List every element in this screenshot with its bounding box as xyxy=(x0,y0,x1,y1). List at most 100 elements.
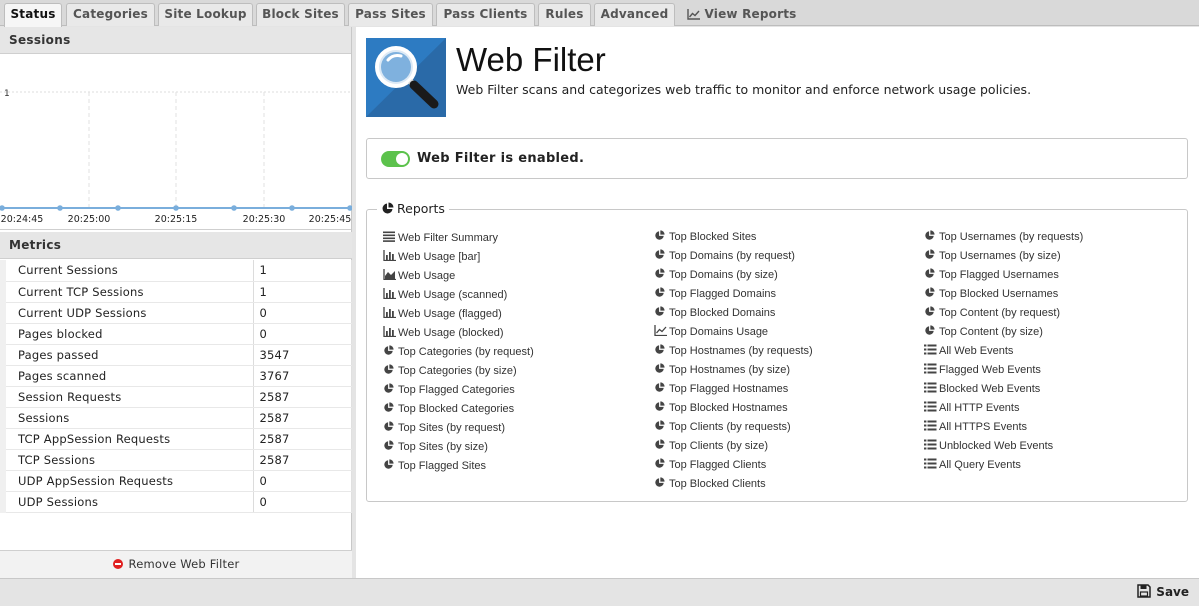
report-link[interactable]: Top Usernames (by size) xyxy=(924,247,1083,266)
report-link[interactable]: Top Hostnames (by requests) xyxy=(654,342,813,361)
report-link[interactable]: Top Blocked Categories xyxy=(383,400,534,419)
report-link[interactable]: Top Blocked Usernames xyxy=(924,285,1083,304)
pie-chart-icon xyxy=(383,420,396,431)
report-link[interactable]: Web Filter Summary xyxy=(383,229,534,248)
metric-name: Sessions xyxy=(0,407,254,429)
tab-pass-clients[interactable]: Pass Clients xyxy=(436,3,535,26)
tab-view-reports[interactable]: View Reports xyxy=(684,3,800,26)
report-link[interactable]: Top Categories (by request) xyxy=(383,343,534,362)
metric-value: 0 xyxy=(253,470,352,492)
report-link[interactable]: Blocked Web Events xyxy=(924,380,1083,399)
pie-chart-icon xyxy=(383,401,396,412)
x-tick-label: 20:24:45 xyxy=(1,214,44,225)
tab-label: Rules xyxy=(545,7,584,21)
pie-chart-icon xyxy=(924,229,937,240)
report-link[interactable]: Unblocked Web Events xyxy=(924,437,1083,456)
report-link[interactable]: Top Clients (by size) xyxy=(654,437,813,456)
tab-label: Site Lookup xyxy=(164,7,247,21)
tab-rules[interactable]: Rules xyxy=(538,3,591,26)
left-panel: Sessions 1 20:24:45 20:25:00 20:25:15 20:25:… xyxy=(0,27,352,578)
report-link[interactable]: Top Flagged Hostnames xyxy=(654,380,813,399)
metric-value: 2587 xyxy=(253,407,352,429)
report-link[interactable]: Top Flagged Domains xyxy=(654,285,813,304)
report-link[interactable]: Flagged Web Events xyxy=(924,361,1083,380)
tab-categories[interactable]: Categories xyxy=(66,3,155,26)
report-link[interactable]: All Query Events xyxy=(924,456,1083,475)
report-label: Top Domains (by request) xyxy=(669,250,795,262)
report-link[interactable]: Top Domains (by size) xyxy=(654,266,813,285)
report-link[interactable]: Web Usage [bar] xyxy=(383,248,534,267)
report-label: Top Flagged Hostnames xyxy=(669,383,789,395)
report-link[interactable]: Top Usernames (by requests) xyxy=(924,228,1083,247)
report-label: Blocked Web Events xyxy=(939,383,1041,395)
app-description: Web Filter scans and categorizes web tra… xyxy=(456,82,1032,97)
report-link[interactable]: Top Sites (by request) xyxy=(383,419,534,438)
enable-toggle[interactable] xyxy=(381,151,410,167)
report-label: Web Usage (blocked) xyxy=(398,327,504,339)
report-link[interactable]: Top Flagged Usernames xyxy=(924,266,1083,285)
tab-site-lookup[interactable]: Site Lookup xyxy=(158,3,253,26)
tab-status[interactable]: Status xyxy=(4,3,62,27)
x-tick-label: 20:25:45 xyxy=(309,214,352,225)
report-label: Top Blocked Categories xyxy=(398,403,515,415)
report-link[interactable]: Top Clients (by requests) xyxy=(654,418,813,437)
report-label: Top Usernames (by requests) xyxy=(939,231,1084,243)
report-link[interactable]: Top Flagged Sites xyxy=(383,457,534,476)
report-label: Top Categories (by request) xyxy=(398,346,534,358)
tab-advanced[interactable]: Advanced xyxy=(594,3,675,26)
report-link[interactable]: Top Domains Usage xyxy=(654,323,813,342)
pie-chart-icon xyxy=(654,248,667,259)
report-label: Top Blocked Domains xyxy=(669,307,776,319)
report-link[interactable]: Top Flagged Categories xyxy=(383,381,534,400)
list-ul-icon xyxy=(924,343,937,355)
save-button[interactable]: Save xyxy=(1137,584,1189,599)
report-label: Top Content (by size) xyxy=(939,326,1043,338)
report-link[interactable]: Web Usage (scanned) xyxy=(383,286,534,305)
report-link[interactable]: Top Hostnames (by size) xyxy=(654,361,813,380)
report-link[interactable]: Top Blocked Domains xyxy=(654,304,813,323)
pie-chart-icon xyxy=(654,267,667,278)
report-link[interactable]: Top Sites (by size) xyxy=(383,438,534,457)
pie-chart-icon xyxy=(654,457,667,468)
report-link[interactable]: All Web Events xyxy=(924,342,1083,361)
remove-web-filter-button[interactable]: Remove Web Filter xyxy=(0,550,352,578)
tab-label: View Reports xyxy=(704,7,797,21)
bar-chart-icon xyxy=(383,287,396,300)
report-label: Top Clients (by requests) xyxy=(669,421,791,433)
line-chart-icon xyxy=(654,324,667,337)
report-link[interactable]: Web Usage (flagged) xyxy=(383,305,534,324)
tab-label: Pass Clients xyxy=(443,7,528,21)
report-link[interactable]: Top Content (by request) xyxy=(924,304,1083,323)
report-link[interactable]: Top Domains (by request) xyxy=(654,247,813,266)
metric-value: 1 xyxy=(253,281,352,303)
sessions-header: Sessions xyxy=(0,27,351,54)
report-link[interactable]: Top Categories (by size) xyxy=(383,362,534,381)
metric-value: 2587 xyxy=(253,449,352,471)
report-link[interactable]: All HTTPS Events xyxy=(924,418,1083,437)
list-ul-icon xyxy=(924,381,937,393)
metric-row: Pages passed 3547 xyxy=(0,344,352,366)
pie-chart-icon xyxy=(654,362,667,373)
report-link[interactable]: Web Usage xyxy=(383,267,534,286)
line-chart-icon xyxy=(687,9,701,20)
list-ul-icon xyxy=(924,362,937,374)
report-link[interactable]: Top Blocked Sites xyxy=(654,228,813,247)
report-link[interactable]: Top Blocked Clients xyxy=(654,475,813,494)
tab-pass-sites[interactable]: Pass Sites xyxy=(348,3,433,26)
report-link[interactable]: All HTTP Events xyxy=(924,399,1083,418)
pie-chart-icon xyxy=(924,248,937,259)
bar-chart-icon xyxy=(383,325,396,338)
tab-block-sites[interactable]: Block Sites xyxy=(256,3,345,26)
remove-icon xyxy=(112,559,123,569)
report-link[interactable]: Top Flagged Clients xyxy=(654,456,813,475)
report-link[interactable]: Top Content (by size) xyxy=(924,323,1083,342)
metric-row: Pages scanned 3767 xyxy=(0,365,352,387)
report-label: Top Content (by request) xyxy=(939,307,1061,319)
metric-value: 2587 xyxy=(253,428,352,450)
metric-name: UDP AppSession Requests xyxy=(0,470,254,492)
report-link[interactable]: Top Blocked Hostnames xyxy=(654,399,813,418)
report-label: Top Categories (by size) xyxy=(398,365,517,377)
report-label: Top Flagged Categories xyxy=(398,384,515,396)
report-label: Top Flagged Clients xyxy=(669,459,767,471)
report-link[interactable]: Web Usage (blocked) xyxy=(383,324,534,343)
